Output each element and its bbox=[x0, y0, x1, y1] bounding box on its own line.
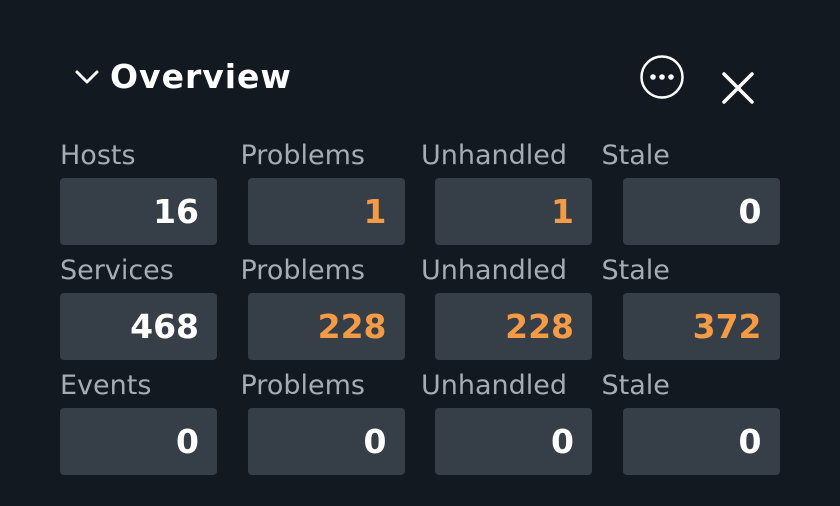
services-total-value[interactable]: 468 bbox=[60, 293, 217, 360]
hosts-unhandled-value[interactable]: 1 bbox=[435, 178, 592, 245]
hosts-problems-value[interactable]: 1 bbox=[247, 178, 405, 245]
chevron-down-icon[interactable] bbox=[74, 66, 100, 86]
more-options-icon[interactable] bbox=[639, 54, 685, 100]
services-unhandled-label: Unhandled bbox=[421, 254, 568, 286]
services-stale-label: Stale bbox=[601, 254, 670, 286]
services-label: Services bbox=[60, 254, 174, 286]
events-problems-value[interactable]: 0 bbox=[247, 408, 405, 475]
events-stale-value[interactable]: 0 bbox=[622, 408, 780, 475]
events-total-value[interactable]: 0 bbox=[60, 408, 217, 475]
close-icon[interactable] bbox=[720, 70, 756, 106]
hosts-stale-value[interactable]: 0 bbox=[622, 178, 780, 245]
events-unhandled-value[interactable]: 0 bbox=[435, 408, 592, 475]
hosts-value-row: 16 1 1 0 bbox=[60, 178, 782, 247]
overview-grid: Hosts Problems Unhandled Stale 16 1 1 0 … bbox=[60, 132, 782, 477]
panel-title: Overview bbox=[110, 56, 292, 96]
events-unhandled-label: Unhandled bbox=[421, 369, 568, 401]
panel-header: Overview bbox=[74, 52, 292, 100]
events-label: Events bbox=[60, 369, 152, 401]
hosts-label-row: Hosts Problems Unhandled Stale bbox=[60, 132, 782, 178]
hosts-problems-label: Problems bbox=[240, 139, 365, 171]
events-label-row: Events Problems Unhandled Stale bbox=[60, 362, 782, 408]
events-stale-label: Stale bbox=[601, 369, 670, 401]
services-label-row: Services Problems Unhandled Stale bbox=[60, 247, 782, 293]
hosts-stale-label: Stale bbox=[601, 139, 670, 171]
events-value-row: 0 0 0 0 bbox=[60, 408, 782, 477]
overview-panel: Overview Hosts Problems Unhandled Stale … bbox=[0, 0, 840, 506]
hosts-unhandled-label: Unhandled bbox=[421, 139, 568, 171]
events-problems-label: Problems bbox=[240, 369, 365, 401]
hosts-total-value[interactable]: 16 bbox=[60, 178, 217, 245]
hosts-label: Hosts bbox=[60, 139, 136, 171]
services-unhandled-value[interactable]: 228 bbox=[435, 293, 592, 360]
services-stale-value[interactable]: 372 bbox=[622, 293, 780, 360]
services-problems-label: Problems bbox=[240, 254, 365, 286]
services-problems-value[interactable]: 228 bbox=[247, 293, 405, 360]
services-value-row: 468 228 228 372 bbox=[60, 293, 782, 362]
